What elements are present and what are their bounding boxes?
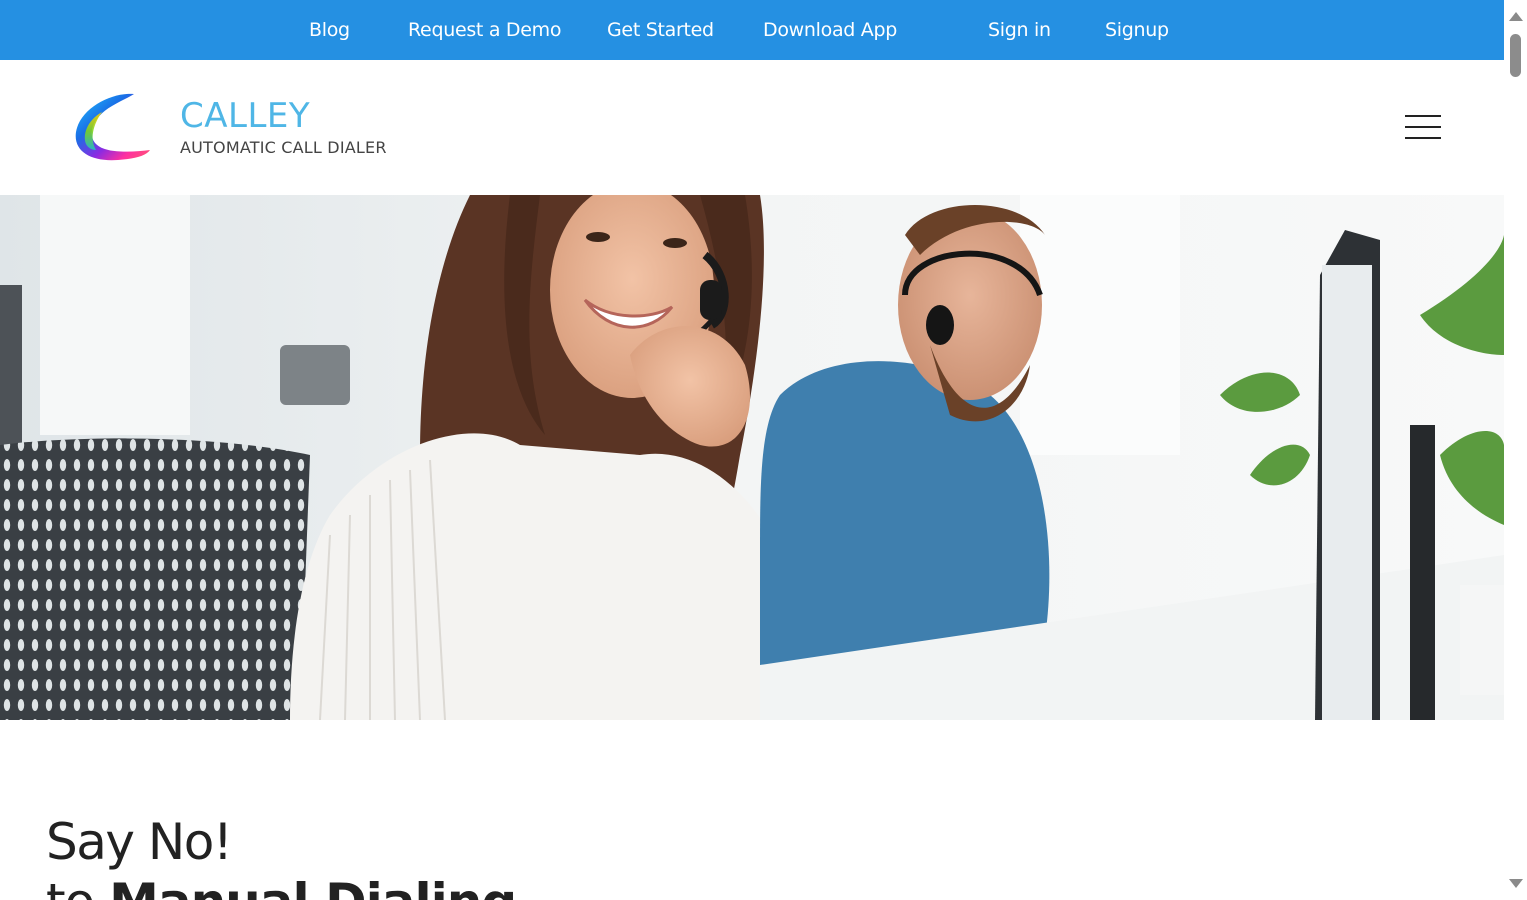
menu-line (1405, 126, 1441, 128)
headline-line-2: to Manual Dialing (46, 872, 517, 900)
headline-bold: Manual Dialing (109, 873, 517, 900)
call-center-photo (0, 195, 1504, 720)
scroll-up-arrow-icon[interactable] (1509, 12, 1523, 21)
calley-logo-mark-icon (75, 93, 150, 161)
hero-image (0, 195, 1504, 720)
brand-tagline: AUTOMATIC CALL DIALER (180, 138, 387, 157)
nav-link-download-app[interactable]: Download App (763, 0, 897, 60)
brand-name: CALLEY (180, 96, 311, 136)
nav-link-sign-in[interactable]: Sign in (988, 0, 1051, 60)
headline-prefix: to (46, 873, 109, 900)
hamburger-menu-icon[interactable] (1405, 113, 1443, 143)
nav-link-request-demo[interactable]: Request a Demo (408, 0, 561, 60)
top-navigation-bar: Blog Request a Demo Get Started Download… (0, 0, 1504, 60)
vertical-scrollbar[interactable] (1504, 0, 1527, 900)
scroll-down-arrow-icon[interactable] (1509, 879, 1523, 888)
menu-line (1405, 115, 1441, 117)
page: Blog Request a Demo Get Started Download… (0, 0, 1504, 900)
nav-link-blog[interactable]: Blog (309, 0, 350, 60)
site-header: CALLEY AUTOMATIC CALL DIALER (0, 60, 1504, 195)
headline-line-1: Say No! (46, 813, 233, 871)
calley-logo[interactable]: CALLEY AUTOMATIC CALL DIALER (72, 90, 402, 170)
scrollbar-thumb[interactable] (1510, 34, 1521, 77)
nav-link-signup[interactable]: Signup (1105, 0, 1169, 60)
nav-link-get-started[interactable]: Get Started (607, 0, 714, 60)
hero-headline: Say No! to Manual Dialing (46, 812, 517, 900)
menu-line (1405, 137, 1441, 139)
